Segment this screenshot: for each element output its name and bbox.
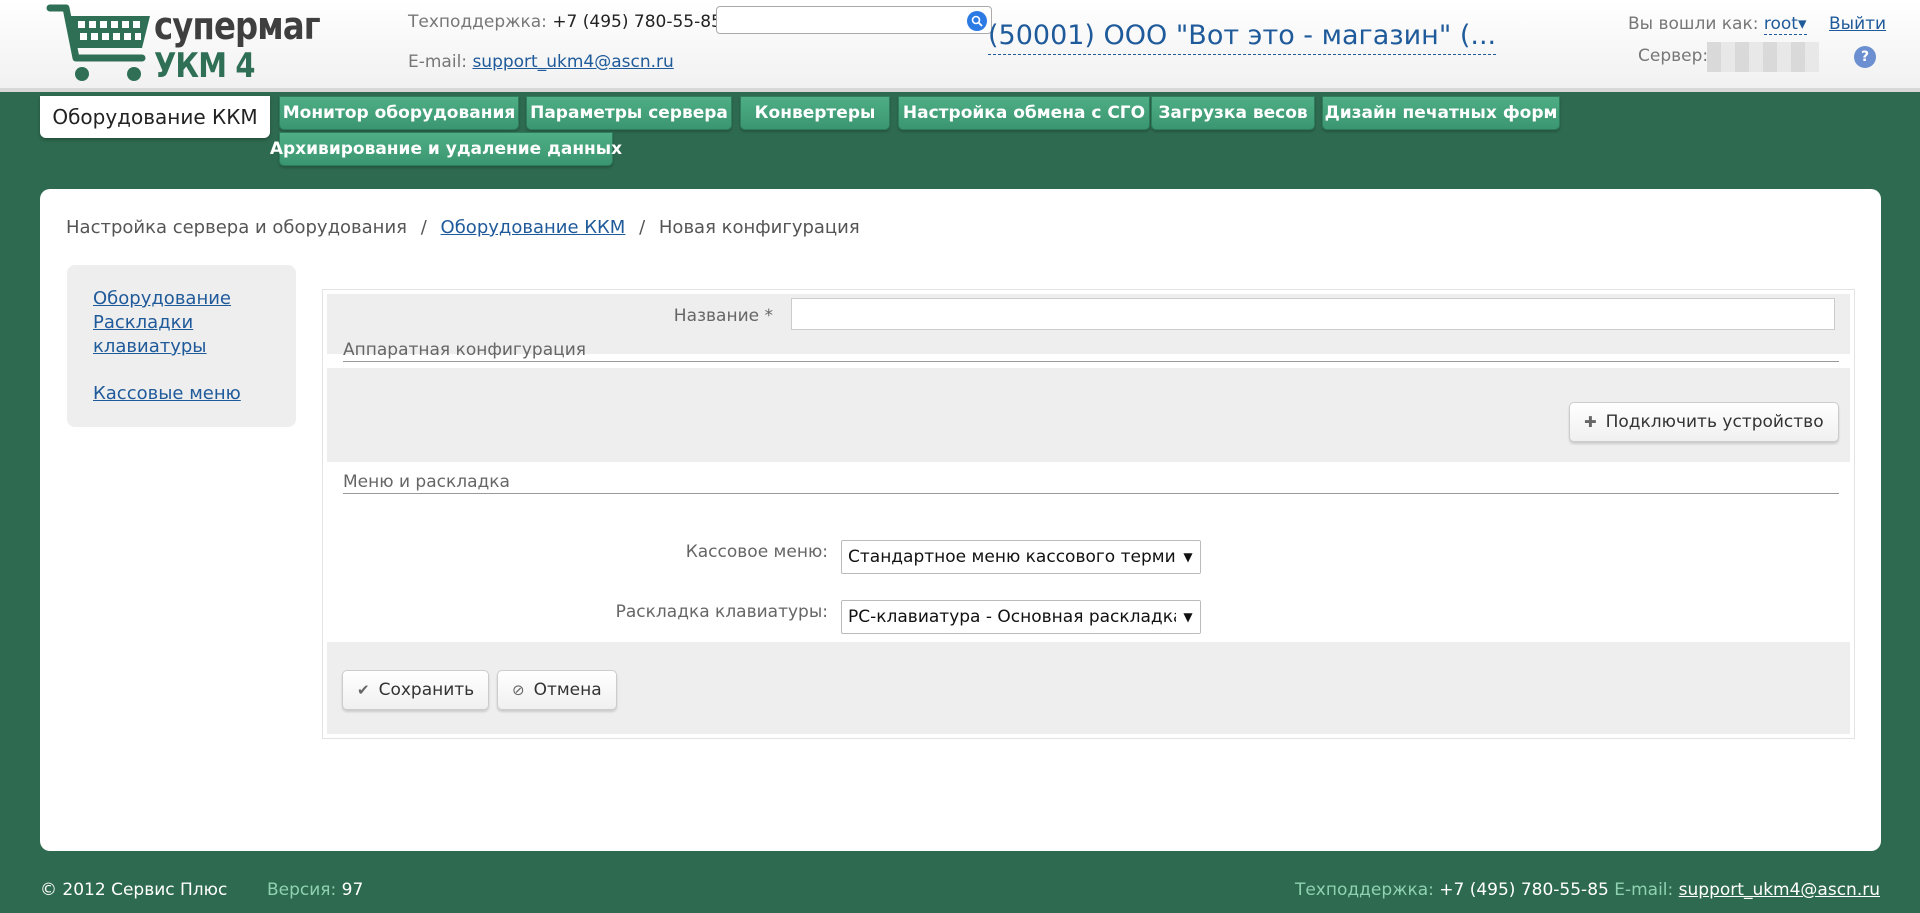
help-icon[interactable]: ?	[1854, 46, 1876, 68]
server-label: Сервер:	[1638, 46, 1709, 66]
tab-server-params[interactable]: Параметры сервера	[526, 96, 732, 130]
login-label: Вы вошли как:	[1628, 14, 1759, 34]
version-label: Версия:	[267, 880, 337, 900]
header: супермаг УКМ 4 Техподдержка: +7 (495) 78…	[0, 0, 1920, 92]
keyboard-layout-label: Раскладка клавиатуры:	[615, 602, 828, 622]
side-menu: Оборудование Раскладки клавиатуры Кассов…	[67, 265, 296, 427]
login-info: Вы вошли как: root▾	[1628, 14, 1807, 35]
dropdown-arrow-icon: ▼	[1176, 601, 1200, 633]
footer-email-link[interactable]: support_ukm4@ascn.ru	[1679, 880, 1880, 900]
logout-link[interactable]: Выйти	[1829, 14, 1886, 34]
footer: © 2012 Сервис Плюс Версия: 97 Техподдерж…	[0, 872, 1920, 912]
tab-print-forms-design[interactable]: Дизайн печатных форм	[1322, 96, 1560, 130]
configuration-form: Название * Аппаратная конфигурация ✚ Под…	[322, 289, 1855, 739]
breadcrumb: Настройка сервера и оборудования / Обору…	[66, 217, 860, 238]
name-label: Название *	[673, 306, 773, 326]
name-input[interactable]	[791, 298, 1835, 330]
tab-archiving[interactable]: Архивирование и удаление данных	[270, 132, 622, 166]
tab-converters[interactable]: Конвертеры	[740, 96, 890, 130]
hw-config-section-title: Аппаратная конфигурация	[343, 340, 1839, 362]
version-info: Версия: 97	[267, 880, 363, 900]
footer-support: Техподдержка: +7 (495) 780-55-85 E-mail:…	[1295, 880, 1880, 900]
breadcrumb-separator: /	[639, 217, 646, 238]
login-user: root	[1763, 14, 1798, 34]
support-phone: +7 (495) 780-55-85	[552, 12, 722, 32]
save-button[interactable]: ✔ Сохранить	[342, 670, 490, 710]
server-value-blurred	[1707, 42, 1819, 72]
footer-email-label: E-mail:	[1614, 880, 1674, 900]
dropdown-arrow-icon: ▼	[1176, 541, 1200, 573]
logo-title: супермаг	[154, 4, 321, 48]
connect-device-button[interactable]: ✚ Подключить устройство	[1569, 402, 1839, 442]
email-label: E-mail:	[408, 52, 468, 72]
breadcrumb-separator: /	[420, 217, 427, 238]
footer-support-label: Техподдержка:	[1294, 880, 1434, 900]
sidebar-item-cash-menus[interactable]: Кассовые меню	[93, 382, 241, 406]
tab-equipment-monitor[interactable]: Монитор оборудования	[279, 96, 519, 130]
plus-icon: ✚	[1584, 413, 1597, 431]
header-support-phone: Техподдержка: +7 (495) 780-55-85	[408, 12, 722, 32]
chevron-down-icon: ▾	[1797, 14, 1807, 34]
cash-menu-value: Стандартное меню кассового терминала	[848, 547, 1201, 567]
version-number: 97	[341, 880, 364, 900]
keyboard-layout-value: PC-клавиатура - Основная раскладка (	[848, 607, 1196, 627]
tab-scales-upload[interactable]: Загрузка весов	[1151, 96, 1315, 130]
breadcrumb-current: Новая конфигурация	[658, 217, 860, 238]
menu-layout-section-title: Меню и раскладка	[343, 472, 1839, 494]
logo-subtitle: УКМ 4	[154, 46, 255, 86]
support-email-link[interactable]: support_ukm4@ascn.ru	[472, 52, 673, 72]
cash-menu-select[interactable]: Стандартное меню кассового терминала ▼	[841, 540, 1201, 574]
breadcrumb-link-kkm[interactable]: Оборудование ККМ	[441, 217, 626, 238]
sidebar-item-equipment[interactable]: Оборудование	[93, 287, 231, 311]
save-label: Сохранить	[378, 680, 475, 700]
search-icon[interactable]	[967, 11, 987, 31]
user-menu[interactable]: root▾	[1763, 14, 1807, 35]
support-label: Техподдержка:	[408, 12, 547, 32]
sidebar-item-keyboard-layouts[interactable]: Раскладки клавиатуры	[93, 311, 223, 359]
connect-device-label: Подключить устройство	[1605, 412, 1824, 432]
keyboard-layout-select[interactable]: PC-клавиатура - Основная раскладка ( ▼	[841, 600, 1201, 634]
header-support-email: E-mail: support_ukm4@ascn.ru	[408, 52, 674, 72]
copyright: © 2012 Сервис Плюс	[40, 880, 228, 900]
breadcrumb-root: Настройка сервера и оборудования	[66, 217, 407, 238]
shopping-cart-icon	[46, 4, 150, 81]
checkmark-icon: ✔	[357, 681, 370, 699]
organization-selector[interactable]: (50001) ООО "Вот это - магазин" (...	[988, 18, 1497, 55]
content-panel: Настройка сервера и оборудования / Обору…	[40, 189, 1881, 851]
tab-kkm-equipment[interactable]: Оборудование ККМ	[40, 96, 270, 138]
cancel-icon: ⊘	[512, 681, 525, 699]
cancel-label: Отмена	[533, 680, 602, 700]
tab-sgo-exchange[interactable]: Настройка обмена с СГО	[898, 96, 1150, 130]
footer-support-phone: +7 (495) 780-55-85	[1439, 880, 1609, 900]
cash-menu-label: Кассовое меню:	[685, 542, 828, 562]
cancel-button[interactable]: ⊘ Отмена	[497, 670, 617, 710]
search-input[interactable]	[716, 6, 992, 34]
logo[interactable]: супермаг УКМ 4	[46, 2, 321, 86]
